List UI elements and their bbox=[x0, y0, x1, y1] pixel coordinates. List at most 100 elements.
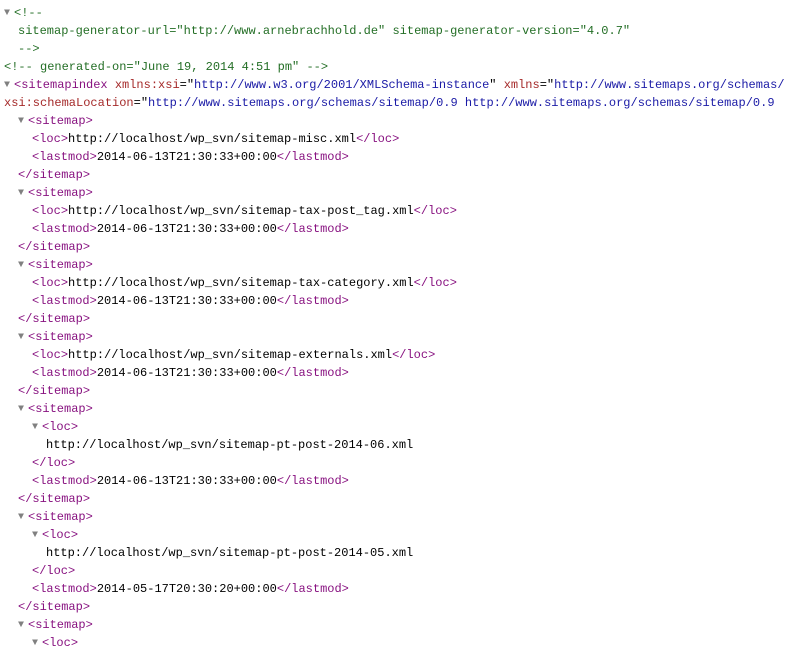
text-line: http://localhost/wp_svn/sitemap-pt-post-… bbox=[4, 544, 796, 562]
text-line: http://localhost/wp_svn/sitemap-pt-post-… bbox=[4, 436, 796, 454]
tag-name: loc bbox=[39, 348, 61, 362]
lastmod-value: 2014-06-13T21:30:33+00:00 bbox=[97, 366, 277, 380]
tag-name: sitemapindex bbox=[21, 78, 107, 92]
attr-name: xsi:schemaLocation bbox=[4, 96, 134, 110]
loc-value: http://localhost/wp_svn/sitemap-pt-post-… bbox=[46, 546, 413, 560]
tag-name: /loc bbox=[399, 348, 428, 362]
tag-name: lastmod bbox=[39, 294, 89, 308]
tag-name: /sitemap bbox=[25, 168, 83, 182]
tag-name: lastmod bbox=[39, 582, 89, 596]
tag-name: /lastmod bbox=[284, 150, 342, 164]
tag-line: <lastmod>2014-06-13T21:30:33+00:00</last… bbox=[4, 292, 796, 310]
attr-name: xmlns bbox=[504, 78, 540, 92]
attr-value: http://www.w3.org/2001/XMLSchema-instanc… bbox=[194, 78, 489, 92]
tag-name: /sitemap bbox=[25, 600, 83, 614]
toggle-icon[interactable]: ▼ bbox=[18, 510, 28, 525]
tag-line: </sitemap> bbox=[4, 382, 796, 400]
tag-line: ▼<sitemapindex xmlns:xsi="http://www.w3.… bbox=[4, 76, 796, 94]
toggle-icon[interactable]: ▼ bbox=[32, 420, 42, 435]
lastmod-value: 2014-06-13T21:30:33+00:00 bbox=[97, 150, 277, 164]
toggle-icon[interactable]: ▼ bbox=[18, 258, 28, 273]
tag-name: loc bbox=[39, 204, 61, 218]
tag-name: loc bbox=[49, 528, 71, 542]
tag-line: <lastmod>2014-06-13T21:30:33+00:00</last… bbox=[4, 364, 796, 382]
loc-value: http://localhost/wp_svn/sitemap-tax-cate… bbox=[68, 276, 414, 290]
tag-name: /lastmod bbox=[284, 582, 342, 596]
tag-name: /sitemap bbox=[25, 384, 83, 398]
tag-line: </sitemap> bbox=[4, 238, 796, 256]
tag-name: loc bbox=[49, 636, 71, 650]
tag-line: xsi:schemaLocation="http://www.sitemaps.… bbox=[4, 94, 796, 112]
lastmod-value: 2014-06-13T21:30:33+00:00 bbox=[97, 294, 277, 308]
tag-name: /sitemap bbox=[25, 240, 83, 254]
tag-line: ▼<loc> bbox=[4, 526, 796, 544]
comment-line: ▼<!-- bbox=[4, 4, 796, 22]
attr-value: http://www.sitemaps.org/schemas/sitemap/… bbox=[148, 96, 775, 110]
toggle-icon[interactable]: ▼ bbox=[18, 114, 28, 129]
tag-name: lastmod bbox=[39, 366, 89, 380]
tag-name: sitemap bbox=[35, 618, 85, 632]
tag-line: ▼<sitemap> bbox=[4, 508, 796, 526]
tag-name: sitemap bbox=[35, 510, 85, 524]
tag-name: /lastmod bbox=[284, 366, 342, 380]
tag-name: /loc bbox=[39, 456, 68, 470]
tag-name: sitemap bbox=[35, 402, 85, 416]
tag-name: lastmod bbox=[39, 150, 89, 164]
tag-name: sitemap bbox=[35, 258, 85, 272]
toggle-icon[interactable]: ▼ bbox=[18, 618, 28, 633]
tag-line: ▼<loc> bbox=[4, 634, 796, 652]
lastmod-value: 2014-05-17T20:30:20+00:00 bbox=[97, 582, 277, 596]
tag-name: /loc bbox=[421, 204, 450, 218]
tag-name: /loc bbox=[39, 564, 68, 578]
comment-text: <!-- generated-on="June 19, 2014 4:51 pm… bbox=[4, 60, 328, 74]
tag-name: /lastmod bbox=[284, 294, 342, 308]
tag-name: sitemap bbox=[35, 186, 85, 200]
tag-line: ▼<sitemap> bbox=[4, 184, 796, 202]
tag-name: /lastmod bbox=[284, 474, 342, 488]
tag-line: <loc>http://localhost/wp_svn/sitemap-tax… bbox=[4, 202, 796, 220]
loc-value: http://localhost/wp_svn/sitemap-external… bbox=[68, 348, 392, 362]
tag-line: </loc> bbox=[4, 562, 796, 580]
loc-value: http://localhost/wp_svn/sitemap-misc.xml bbox=[68, 132, 356, 146]
tag-line: <lastmod>2014-05-17T20:30:20+00:00</last… bbox=[4, 580, 796, 598]
tag-line: <lastmod>2014-06-13T21:30:33+00:00</last… bbox=[4, 148, 796, 166]
tag-line: <loc>http://localhost/wp_svn/sitemap-ext… bbox=[4, 346, 796, 364]
tag-line: <loc>http://localhost/wp_svn/sitemap-mis… bbox=[4, 130, 796, 148]
loc-value: http://localhost/wp_svn/sitemap-tax-post… bbox=[68, 204, 414, 218]
tag-name: /lastmod bbox=[284, 222, 342, 236]
tag-line: ▼<sitemap> bbox=[4, 112, 796, 130]
tag-name: sitemap bbox=[35, 330, 85, 344]
comment-text: <!-- bbox=[14, 6, 43, 20]
toggle-icon[interactable]: ▼ bbox=[4, 6, 14, 21]
tag-name: /loc bbox=[421, 276, 450, 290]
toggle-icon[interactable]: ▼ bbox=[32, 636, 42, 651]
tag-name: loc bbox=[39, 276, 61, 290]
tag-line: ▼<sitemap> bbox=[4, 400, 796, 418]
toggle-icon[interactable]: ▼ bbox=[4, 78, 14, 93]
tag-line: </sitemap> bbox=[4, 310, 796, 328]
tag-line: </sitemap> bbox=[4, 166, 796, 184]
tag-line: <lastmod>2014-06-13T21:30:33+00:00</last… bbox=[4, 472, 796, 490]
tag-line: <lastmod>2014-06-13T21:30:33+00:00</last… bbox=[4, 220, 796, 238]
tag-name: /sitemap bbox=[25, 312, 83, 326]
toggle-icon[interactable]: ▼ bbox=[18, 186, 28, 201]
tag-name: loc bbox=[39, 132, 61, 146]
tag-line: </sitemap> bbox=[4, 598, 796, 616]
toggle-icon[interactable]: ▼ bbox=[18, 330, 28, 345]
tag-name: lastmod bbox=[39, 474, 89, 488]
tag-line: ▼<sitemap> bbox=[4, 616, 796, 634]
tag-name: /loc bbox=[363, 132, 392, 146]
comment-line: sitemap-generator-url="http://www.arnebr… bbox=[4, 22, 796, 40]
tag-line: ▼<loc> bbox=[4, 418, 796, 436]
loc-value: http://localhost/wp_svn/sitemap-pt-post-… bbox=[46, 438, 413, 452]
tag-name: loc bbox=[49, 420, 71, 434]
toggle-icon[interactable]: ▼ bbox=[18, 402, 28, 417]
tag-line: </sitemap> bbox=[4, 490, 796, 508]
tag-name: /sitemap bbox=[25, 492, 83, 506]
comment-line: --> bbox=[4, 40, 796, 58]
tag-line: ▼<sitemap> bbox=[4, 328, 796, 346]
comment-line: <!-- generated-on="June 19, 2014 4:51 pm… bbox=[4, 58, 796, 76]
comment-text: --> bbox=[18, 42, 40, 56]
lastmod-value: 2014-06-13T21:30:33+00:00 bbox=[97, 222, 277, 236]
attr-name: xmlns:xsi bbox=[115, 78, 180, 92]
